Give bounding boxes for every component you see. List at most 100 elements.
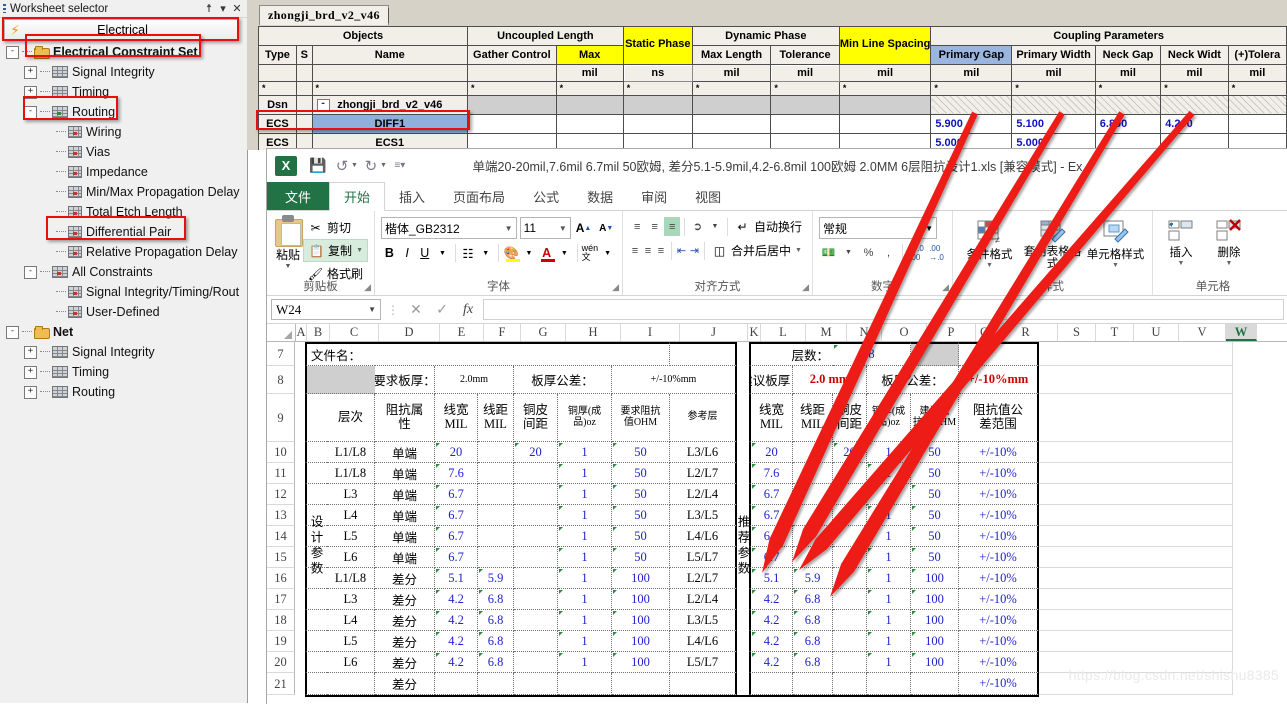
filter-cell-2[interactable]: * <box>312 81 468 95</box>
cell-K13[interactable] <box>737 505 749 526</box>
cell-A9[interactable] <box>295 394 305 442</box>
cell-tail9[interactable] <box>1039 394 1233 442</box>
cell-plus_tol[interactable] <box>1228 95 1286 114</box>
cell-K14[interactable] <box>737 526 749 547</box>
font-color-icon[interactable]: A <box>538 243 555 263</box>
left-cell-19-2[interactable]: 4.2 <box>435 631 478 652</box>
cell-gather[interactable] <box>468 95 557 114</box>
cell-A11[interactable] <box>295 463 305 484</box>
phonetic-guide-icon[interactable]: wén文 <box>582 243 599 263</box>
cell-tail16[interactable] <box>1039 568 1233 589</box>
cell-K9[interactable] <box>737 394 749 442</box>
cell-plus_tol[interactable] <box>1228 114 1286 133</box>
number-format-select[interactable]: 常规 ▼ <box>819 217 937 239</box>
copy-button[interactable]: 📋 复制 ▼ <box>303 239 368 262</box>
left-cell-15-0[interactable]: L6 <box>327 547 375 568</box>
right-cell-13-0[interactable]: 6.7 <box>749 505 793 526</box>
row-header-21[interactable]: 21 <box>267 673 295 695</box>
right-cell-15-2[interactable] <box>833 547 867 568</box>
left-cell-11-1[interactable]: 单端 <box>375 463 435 484</box>
tree-item-routing[interactable]: +Routing <box>0 382 247 402</box>
right-cell-11-5[interactable]: +/-10% <box>959 463 1039 484</box>
left-cell-11-0[interactable]: L1/L8 <box>327 463 375 484</box>
cell-R7[interactable] <box>959 342 1039 366</box>
cell-B21[interactable] <box>305 673 327 695</box>
right-cell-13-2[interactable] <box>833 505 867 526</box>
left-cell-18-4[interactable] <box>514 610 558 631</box>
cell-primary_width[interactable] <box>1012 95 1095 114</box>
left-cell-10-2[interactable]: 20 <box>435 442 478 463</box>
cell-gather[interactable] <box>468 114 557 133</box>
left-cell-21-2[interactable] <box>435 673 478 695</box>
undo-icon[interactable]: ↺ <box>331 156 353 176</box>
row-collapse-icon[interactable]: - <box>317 99 330 112</box>
ribbon-tab-2[interactable]: 插入 <box>385 182 439 210</box>
pin-icon[interactable]: ☨ <box>202 2 216 15</box>
shrink-font-button[interactable]: A▼ <box>596 218 616 238</box>
right-cell-14-5[interactable]: +/-10% <box>959 526 1039 547</box>
cell-maxlen[interactable] <box>692 95 771 114</box>
cell-styles-caret-icon[interactable]: ▼ <box>1112 262 1119 269</box>
left-cell-15-1[interactable]: 单端 <box>375 547 435 568</box>
left-cell-19-5[interactable]: 1 <box>558 631 612 652</box>
row-header-8[interactable]: 8 <box>267 366 295 394</box>
delete-caret-icon[interactable]: ▼ <box>1226 260 1233 267</box>
right-cell-21-4[interactable] <box>911 673 959 695</box>
left-cell-13-2[interactable]: 6.7 <box>435 505 478 526</box>
left-cell-18-2[interactable]: 4.2 <box>435 610 478 631</box>
right-cell-19-1[interactable]: 6.8 <box>793 631 833 652</box>
grow-font-button[interactable]: A▲ <box>574 218 594 238</box>
column-header-W[interactable]: W <box>1226 324 1257 341</box>
left-cell-18-5[interactable]: 1 <box>558 610 612 631</box>
align-middle-icon[interactable]: ≡ <box>646 217 662 236</box>
filter-cell-7[interactable]: * <box>771 81 840 95</box>
column-header-V[interactable]: V <box>1179 324 1226 341</box>
cell-K18[interactable] <box>737 610 749 631</box>
right-cell-19-5[interactable]: +/-10% <box>959 631 1039 652</box>
cell-neck_gap[interactable] <box>1095 95 1160 114</box>
cell-A17[interactable] <box>295 589 305 610</box>
ribbon-tab-0[interactable]: 文件 <box>267 182 329 210</box>
left-cell-12-1[interactable]: 单端 <box>375 484 435 505</box>
cell-B7-label[interactable]: 文件名： <box>305 342 375 366</box>
cell-max[interactable] <box>556 95 623 114</box>
cell-tail18[interactable] <box>1039 610 1233 631</box>
right-cell-17-4[interactable]: 100 <box>911 589 959 610</box>
tab-zhongji-brd[interactable]: zhongji_brd_v2_v46 <box>259 5 389 25</box>
wrap-text-button[interactable]: ↵ 自动换行 <box>732 216 806 237</box>
left-cell-15-4[interactable] <box>514 547 558 568</box>
left-cell-20-6[interactable]: 100 <box>612 652 670 673</box>
cell-I8-tol-value[interactable]: +/-10%mm <box>612 366 737 394</box>
filter-cell-8[interactable]: * <box>839 81 930 95</box>
left-cell-18-7[interactable]: L3/L5 <box>670 610 737 631</box>
right-cell-10-2[interactable]: 20 <box>833 442 867 463</box>
increase-indent-icon[interactable]: ⇥ <box>688 241 700 260</box>
expand-icon[interactable]: + <box>24 86 37 99</box>
right-cell-16-5[interactable]: +/-10% <box>959 568 1039 589</box>
left-cell-17-0[interactable]: L3 <box>327 589 375 610</box>
right-cell-19-4[interactable]: 100 <box>911 631 959 652</box>
right-cell-14-0[interactable]: 6.7 <box>749 526 793 547</box>
orientation-caret-icon[interactable]: ▼ <box>707 217 723 236</box>
left-cell-12-6[interactable]: 50 <box>612 484 670 505</box>
customize-qat-icon[interactable]: ≡▾ <box>389 156 411 176</box>
right-cell-14-3[interactable]: 1 <box>867 526 911 547</box>
insert-caret-icon[interactable]: ▼ <box>1178 260 1185 267</box>
left-header-0[interactable]: 层次 <box>327 394 375 442</box>
left-cell-13-3[interactable] <box>478 505 514 526</box>
left-cell-13-0[interactable]: L4 <box>327 505 375 526</box>
cell-A14[interactable] <box>295 526 305 547</box>
cell-tail12[interactable] <box>1039 484 1233 505</box>
conditional-format-button[interactable]: ≠ 条件格式 ▼ <box>959 217 1020 277</box>
right-cell-20-4[interactable]: 100 <box>911 652 959 673</box>
left-cell-18-3[interactable]: 6.8 <box>478 610 514 631</box>
column-header-P[interactable]: P <box>927 324 976 341</box>
left-cell-15-6[interactable]: 50 <box>612 547 670 568</box>
left-cell-16-6[interactable]: 100 <box>612 568 670 589</box>
right-cell-18-0[interactable]: 4.2 <box>749 610 793 631</box>
column-header-C[interactable]: C <box>330 324 379 341</box>
cell-B10[interactable] <box>305 442 327 463</box>
cell-P7[interactable] <box>911 342 959 366</box>
font-name-caret-icon[interactable]: ▼ <box>500 224 513 233</box>
left-cell-17-2[interactable]: 4.2 <box>435 589 478 610</box>
